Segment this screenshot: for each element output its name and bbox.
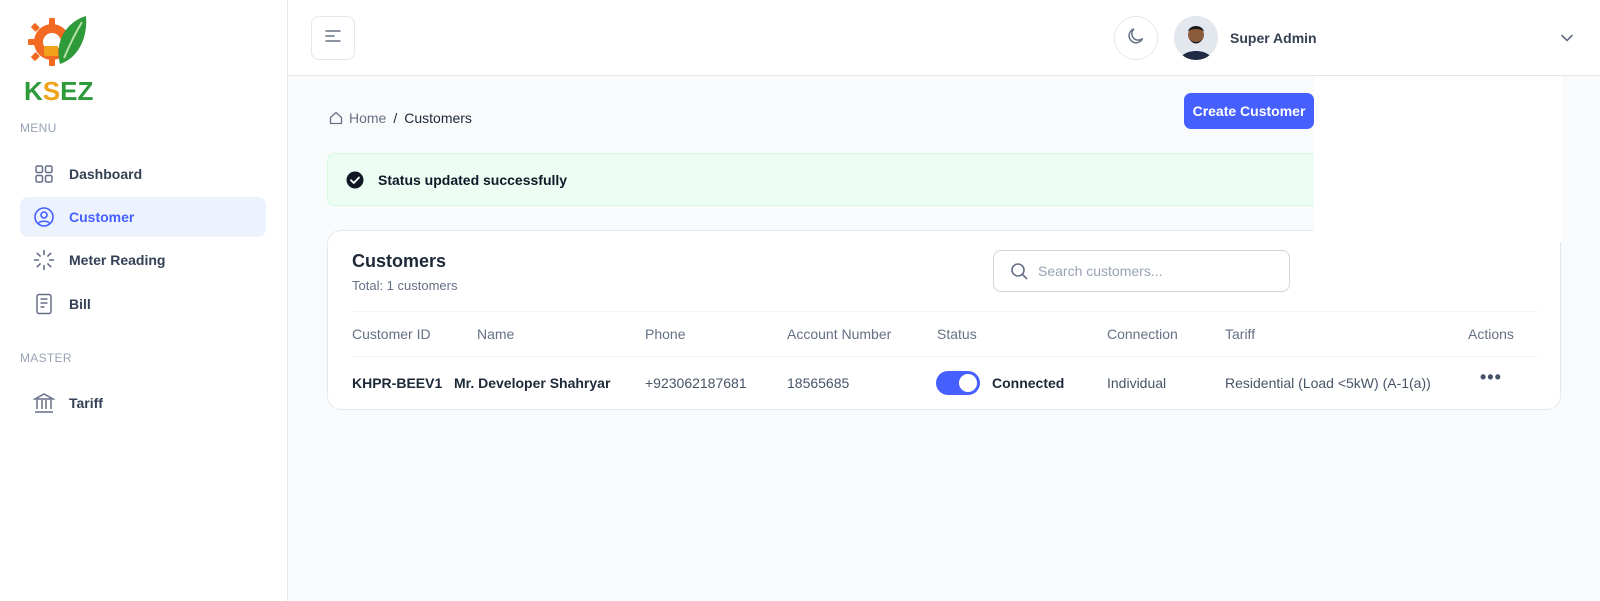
sidebar-item-customer[interactable]: Customer [20,197,266,237]
status-toggle[interactable] [936,371,980,395]
theme-toggle-button[interactable] [1114,16,1158,60]
create-customer-button[interactable]: Create Customer [1184,93,1314,129]
sidebar-item-label: Customer [69,209,135,225]
user-avatar-icon [1174,16,1218,60]
menu-section-label: MENU [20,121,57,135]
top-header: Super Admin [288,0,1600,76]
header-divider [352,311,1538,312]
column-header-name: Name [477,326,515,342]
user-name[interactable]: Super Admin [1230,30,1317,46]
column-header-status: Status [937,326,977,342]
sidebar-item-label: Bill [69,296,91,312]
search-input[interactable] [1038,263,1268,279]
logo-text: KSEZ [24,76,93,107]
sidebar: KSEZ MENU Dashboard Customer Meter Readi… [0,0,288,601]
column-header-customer-id: Customer ID [352,326,431,342]
grid-icon [33,163,55,185]
user-dropdown-panel [1314,76,1562,242]
column-header-connection: Connection [1107,326,1178,342]
customers-card: Customers Total: 1 customers Customer ID… [327,230,1561,410]
column-header-account-number: Account Number [787,326,892,342]
breadcrumb-current: Customers [404,110,472,126]
chevron-down-icon[interactable] [1560,30,1574,48]
document-icon [33,293,55,315]
column-header-actions: Actions [1468,326,1514,342]
search-box[interactable] [993,250,1290,292]
sidebar-item-bill[interactable]: Bill [20,284,266,324]
sidebar-item-label: Tariff [69,395,103,411]
sidebar-item-dashboard[interactable]: Dashboard [20,154,266,194]
sidebar-item-label: Meter Reading [69,252,166,268]
breadcrumb-separator: / [393,110,398,126]
row-actions-menu-button[interactable]: ••• [1480,367,1502,388]
cell-account-number: 18565685 [787,375,850,391]
cell-phone: +923062187681 [645,375,747,391]
master-section-label: MASTER [20,351,72,365]
logo-letter-s: S [42,76,61,106]
cell-status: Connected [992,375,1065,391]
card-subtitle: Total: 1 customers [352,278,458,293]
sidebar-item-label: Dashboard [69,166,143,182]
cell-name: Mr. Developer Shahryar [454,375,611,391]
moon-icon [1126,26,1146,51]
sidebar-item-meter-reading[interactable]: Meter Reading [20,240,266,280]
column-header-tariff: Tariff [1225,326,1256,342]
ksez-logo[interactable]: KSEZ [22,12,94,107]
logo-letters-ez: EZ [60,76,94,106]
bank-icon [33,392,55,414]
logo-gear-leaf-icon [28,16,87,66]
loader-icon [33,249,55,271]
cell-customer-id: KHPR-BEEV1 [352,375,443,391]
check-circle-icon [346,171,364,189]
card-title: Customers [352,251,447,271]
breadcrumb-home-link[interactable]: Home [349,110,386,126]
column-header-phone: Phone [645,326,686,342]
cell-connection: Individual [1107,375,1167,391]
user-circle-icon [33,206,55,228]
home-icon [329,111,343,125]
menu-icon [325,29,341,48]
sidebar-toggle-button[interactable] [311,16,355,60]
avatar[interactable] [1174,16,1218,60]
toggle-knob [959,374,977,392]
logo-letter-k: K [24,76,43,106]
row-divider [352,356,1538,357]
cell-tariff: Residential (Load <5kW) (A-1(a)) [1225,375,1431,391]
alert-message: Status updated successfully [378,171,568,188]
search-icon [1010,262,1028,280]
sidebar-item-tariff[interactable]: Tariff [20,383,266,423]
breadcrumb: Home / Customers [329,110,472,126]
